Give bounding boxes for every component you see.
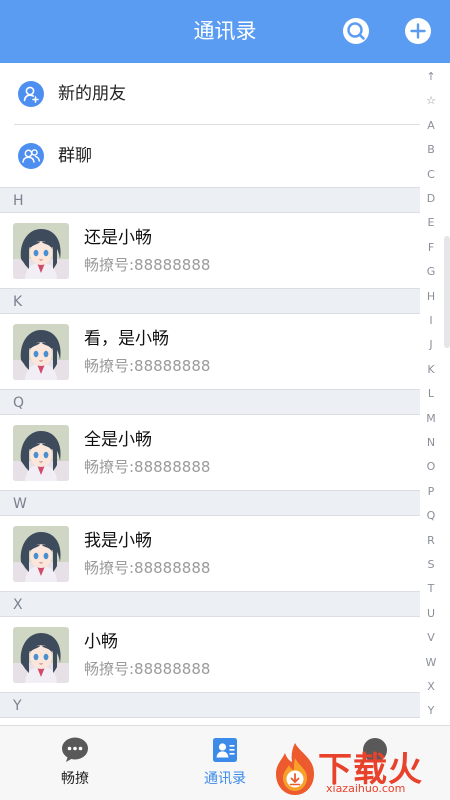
section-header-q: Q [0,389,420,415]
group-chat-label: 群聊 [58,146,92,166]
index-letter[interactable]: I [420,314,442,328]
tab-chat[interactable]: 畅撩 [0,726,150,800]
index-letter[interactable]: R [420,534,442,548]
contact-row[interactable]: 全是小畅 畅撩号:88888888 [0,415,420,490]
contact-id: 畅撩号:88888888 [84,256,211,274]
index-letter[interactable]: X [420,680,442,694]
add-icon[interactable] [404,17,432,45]
index-letter[interactable]: H [420,290,442,304]
scrollbar-thumb[interactable] [444,236,450,348]
index-letter[interactable]: N [420,436,442,450]
contacts-icon [211,736,239,764]
index-letter[interactable]: C [420,168,442,182]
contact-id: 畅撩号:88888888 [84,660,211,678]
section-header-x: X [0,591,420,617]
section-header-h: H [0,187,420,213]
index-letter[interactable]: A [420,119,442,133]
index-letter[interactable]: M [420,412,442,426]
group-chat-item[interactable]: 群聊 [0,125,420,187]
index-letter[interactable]: K [420,363,442,377]
contact-name: 全是小畅 [84,430,152,450]
contact-name: 看，是小畅 [84,329,169,349]
contact-id: 畅撩号:88888888 [84,559,211,577]
section-header-y: Y [0,692,420,718]
add-friend-icon [18,81,44,107]
group-chat-icon [18,143,44,169]
index-letter[interactable]: E [420,216,442,230]
contact-name: 还是小畅 [84,228,152,248]
chat-bubble-icon [61,736,89,764]
watermark-url: xiazaihuo.com [326,782,406,795]
contact-row[interactable]: 还是小畅 畅撩号:88888888 [0,213,420,288]
index-letter[interactable]: P [420,485,442,499]
section-header-w: W [0,490,420,516]
contact-id: 畅撩号:88888888 [84,458,211,476]
index-letter[interactable]: J [420,338,442,352]
index-letter[interactable]: F [420,241,442,255]
contact-name: 我是小畅 [84,531,152,551]
index-letter[interactable]: U [420,607,442,621]
contact-row[interactable]: 看，是小畅 畅撩号:88888888 [0,314,420,389]
index-letter[interactable]: D [420,192,442,206]
contact-id: 畅撩号:88888888 [84,357,211,375]
tab-chat-label: 畅撩 [61,771,89,787]
avatar [13,627,69,683]
index-letter[interactable]: L [420,387,442,401]
avatar [13,425,69,481]
watermark-logo: 下载火 xiazaihuo.com [268,738,450,800]
app-header: 通讯录 [0,0,450,63]
avatar [13,526,69,582]
index-letter[interactable]: ↑ [420,70,442,84]
index-letter[interactable]: B [420,143,442,157]
search-icon[interactable] [342,17,370,45]
contact-name: 小畅 [84,632,118,652]
index-letter[interactable]: S [420,558,442,572]
contacts-list[interactable]: 新的朋友 群聊 H 还是小畅 畅撩号:88888888 K 看，是小畅 畅撩号:… [0,63,420,725]
index-letter[interactable]: G [420,265,442,279]
index-letter[interactable]: V [420,631,442,645]
index-letter[interactable]: W [420,656,442,670]
avatar [13,223,69,279]
index-letter[interactable]: Q [420,509,442,523]
index-letter[interactable]: T [420,582,442,596]
page-title: 通讯录 [193,19,257,43]
contact-row[interactable]: 小畅 畅撩号:88888888 [0,617,420,692]
contact-row[interactable]: 我是小畅 畅撩号:88888888 [0,516,420,591]
new-friends-item[interactable]: 新的朋友 [0,63,420,125]
new-friends-label: 新的朋友 [58,84,126,104]
section-header-k: K [0,288,420,314]
index-letter[interactable]: O [420,460,442,474]
avatar [13,324,69,380]
index-letter[interactable]: ☆ [420,94,442,108]
alphabet-index-bar[interactable]: ↑ ☆ A B C D E F G H I J K L M N O P Q R S T U V W X Y [420,70,442,730]
index-letter[interactable]: Y [420,704,442,718]
flame-icon [276,743,314,795]
